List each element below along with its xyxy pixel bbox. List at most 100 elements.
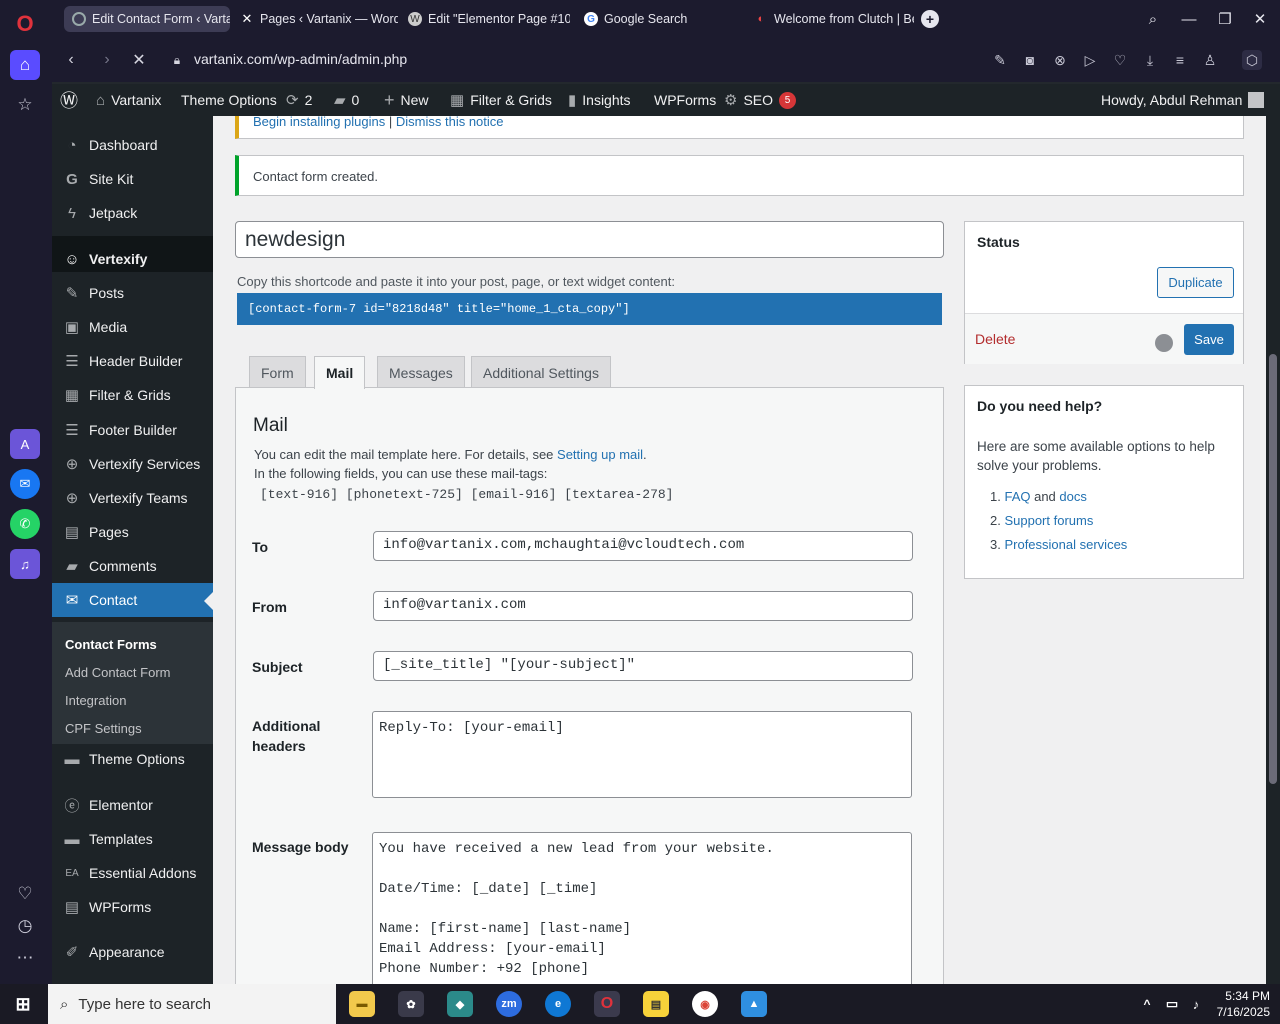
menu-contact[interactable]: ✉ Contact: [52, 583, 213, 617]
message-body-textarea[interactable]: You have received a new lead from your w…: [372, 832, 912, 984]
extensions-cube-icon[interactable]: ⬡: [1242, 50, 1262, 70]
menu-posts[interactable]: ✎ Posts: [52, 276, 213, 310]
camera-icon[interactable]: ◙: [1020, 50, 1040, 70]
search-tabs-icon[interactable]: ⌕: [1142, 8, 1164, 30]
messenger-icon[interactable]: ✉: [10, 469, 40, 499]
music-icon[interactable]: ♫: [10, 549, 40, 579]
dismiss-notice-link[interactable]: Dismiss this notice: [396, 116, 504, 129]
support-forums-link[interactable]: Support forums: [1004, 513, 1093, 528]
back-icon[interactable]: ‹: [60, 49, 82, 71]
menu-pages[interactable]: ▤ Pages: [52, 515, 213, 549]
menu-comments[interactable]: ▰ Comments: [52, 549, 213, 583]
menu-lines-icon[interactable]: ≡: [1170, 50, 1190, 70]
menu-header-builder[interactable]: ☰ Header Builder: [52, 344, 213, 378]
filter-grids-link[interactable]: ▦ Filter & Grids: [450, 84, 552, 116]
menu-footer-builder[interactable]: ☰ Footer Builder: [52, 413, 213, 447]
home-icon[interactable]: ⌂: [10, 50, 40, 80]
history-icon[interactable]: ◷: [10, 911, 40, 941]
docs-link[interactable]: docs: [1059, 489, 1086, 504]
menu-appearance[interactable]: ✐ Appearance: [52, 935, 213, 969]
to-input[interactable]: info@vartanix.com,mchaughtai@vcloudtech.…: [373, 531, 913, 561]
insights-link[interactable]: ▮ Insights: [568, 84, 631, 116]
whatsapp-icon[interactable]: ✆: [10, 509, 40, 539]
from-input[interactable]: info@vartanix.com: [373, 591, 913, 621]
stop-icon[interactable]: ✕: [128, 49, 150, 71]
menu-vertexify[interactable]: ☺ Vertexify: [52, 242, 213, 276]
tab-elementor[interactable]: W Edit "Elementor Page #100: [400, 6, 570, 32]
opera-taskbar-icon[interactable]: O: [594, 991, 620, 1017]
professional-services-link[interactable]: Professional services: [1004, 537, 1127, 552]
tab-pages[interactable]: ✕ Pages ‹ Vartanix — WordP: [232, 6, 398, 32]
submenu-integration[interactable]: Integration: [65, 693, 126, 708]
submenu-add-contact-form[interactable]: Add Contact Form: [65, 665, 171, 680]
tab-clutch[interactable]: ◐ Welcome from Clutch | Be: [746, 6, 914, 32]
close-window-icon[interactable]: ✕: [1249, 8, 1271, 30]
save-button[interactable]: Save: [1184, 324, 1234, 355]
tab-form[interactable]: Form: [249, 356, 306, 388]
seo-link[interactable]: ⚙ SEO 5: [724, 84, 797, 116]
faq-link[interactable]: FAQ: [1004, 489, 1030, 504]
sticky-notes-icon[interactable]: ▤: [643, 991, 669, 1017]
menu-site-kit[interactable]: G Site Kit: [52, 162, 213, 196]
maximize-icon[interactable]: ❐: [1214, 8, 1236, 30]
menu-essential-addons[interactable]: EA Essential Addons: [52, 856, 213, 890]
star-icon[interactable]: ☆: [10, 90, 40, 120]
chrome-icon[interactable]: ◉: [692, 991, 718, 1017]
scrollbar-thumb[interactable]: [1269, 354, 1277, 784]
menu-elementor[interactable]: ⓔ Elementor: [52, 788, 213, 822]
edit-icon[interactable]: ✎: [990, 50, 1010, 70]
network-icon[interactable]: ▭: [1162, 991, 1182, 1017]
new-content-link[interactable]: + New: [384, 84, 429, 116]
heart-icon[interactable]: ♡: [10, 879, 40, 909]
adblock-icon[interactable]: ⊗: [1050, 50, 1070, 70]
menu-wpforms[interactable]: ▤ WPForms: [52, 890, 213, 924]
submenu-cpf-settings[interactable]: CPF Settings: [65, 721, 142, 736]
tab-edit-contact-form[interactable]: Edit Contact Form ‹ Vartan: [64, 6, 230, 32]
download-icon[interactable]: ⤓: [1140, 50, 1160, 70]
tray-chevron-icon[interactable]: ^: [1138, 991, 1156, 1017]
tab-mail[interactable]: Mail: [314, 356, 366, 389]
wpforms-link[interactable]: WPForms: [654, 84, 716, 116]
minimize-icon[interactable]: —: [1178, 8, 1200, 30]
system-clock[interactable]: 5:34 PM 7/16/2025: [1217, 988, 1270, 1020]
page-scrollbar[interactable]: [1266, 84, 1280, 984]
url-field[interactable]: vartanix.com/wp-admin/admin.php: [194, 51, 407, 67]
form-title-input[interactable]: newdesign: [235, 221, 944, 258]
delete-link[interactable]: Delete: [975, 331, 1015, 347]
heart-outline-icon[interactable]: ♡: [1110, 50, 1130, 70]
site-name-link[interactable]: ⌂ Vartanix: [96, 84, 161, 116]
edge-icon[interactable]: e: [545, 991, 571, 1017]
menu-media[interactable]: ▣ Media: [52, 310, 213, 344]
shortcode-field[interactable]: [contact-form-7 id="8218d48" title="home…: [237, 293, 942, 325]
more-icon[interactable]: ⋯: [10, 943, 40, 973]
menu-dashboard[interactable]: ◔ Dashboard: [52, 128, 213, 162]
windows-start-icon[interactable]: ⊞: [10, 991, 36, 1017]
begin-installing-link[interactable]: Begin installing plugins: [253, 116, 385, 129]
subject-input[interactable]: [_site_title] "[your-subject]": [373, 651, 913, 681]
menu-templates[interactable]: ▬ Templates: [52, 822, 213, 856]
photos-icon[interactable]: ▲: [741, 991, 767, 1017]
duplicate-button[interactable]: Duplicate: [1157, 267, 1234, 298]
menu-filter-grids[interactable]: ▦ Filter & Grids: [52, 378, 213, 412]
volume-icon[interactable]: ♪: [1186, 991, 1206, 1017]
theme-options-link[interactable]: Theme Options: [181, 84, 277, 116]
tab-messages[interactable]: Messages: [377, 356, 465, 388]
comments-link[interactable]: ▰ 0: [334, 84, 359, 116]
menu-vertexify-teams[interactable]: ⊕ Vertexify Teams: [52, 481, 213, 515]
my-account-link[interactable]: Howdy, Abdul Rehman: [1101, 84, 1265, 116]
forward-icon[interactable]: ›: [96, 49, 118, 71]
setting-up-mail-link[interactable]: Setting up mail: [557, 447, 643, 462]
zoom-icon[interactable]: zm: [496, 991, 522, 1017]
menu-jetpack[interactable]: ϟ Jetpack: [52, 196, 213, 230]
profile-icon[interactable]: ♙: [1200, 50, 1220, 70]
aria-icon[interactable]: A: [10, 429, 40, 459]
additional-headers-textarea[interactable]: Reply-To: [your-email]: [372, 711, 912, 798]
new-tab-icon[interactable]: +: [921, 10, 939, 28]
play-icon[interactable]: ▷: [1080, 50, 1100, 70]
taskbar-search[interactable]: ⌕ Type here to search: [48, 984, 336, 1024]
tab-additional-settings[interactable]: Additional Settings: [471, 356, 611, 388]
menu-theme-options[interactable]: ▬ Theme Options: [52, 742, 213, 776]
tab-google-search[interactable]: G Google Search: [576, 6, 736, 32]
menu-vertexify-services[interactable]: ⊕ Vertexify Services: [52, 447, 213, 481]
opera-logo-icon[interactable]: O: [10, 9, 40, 39]
